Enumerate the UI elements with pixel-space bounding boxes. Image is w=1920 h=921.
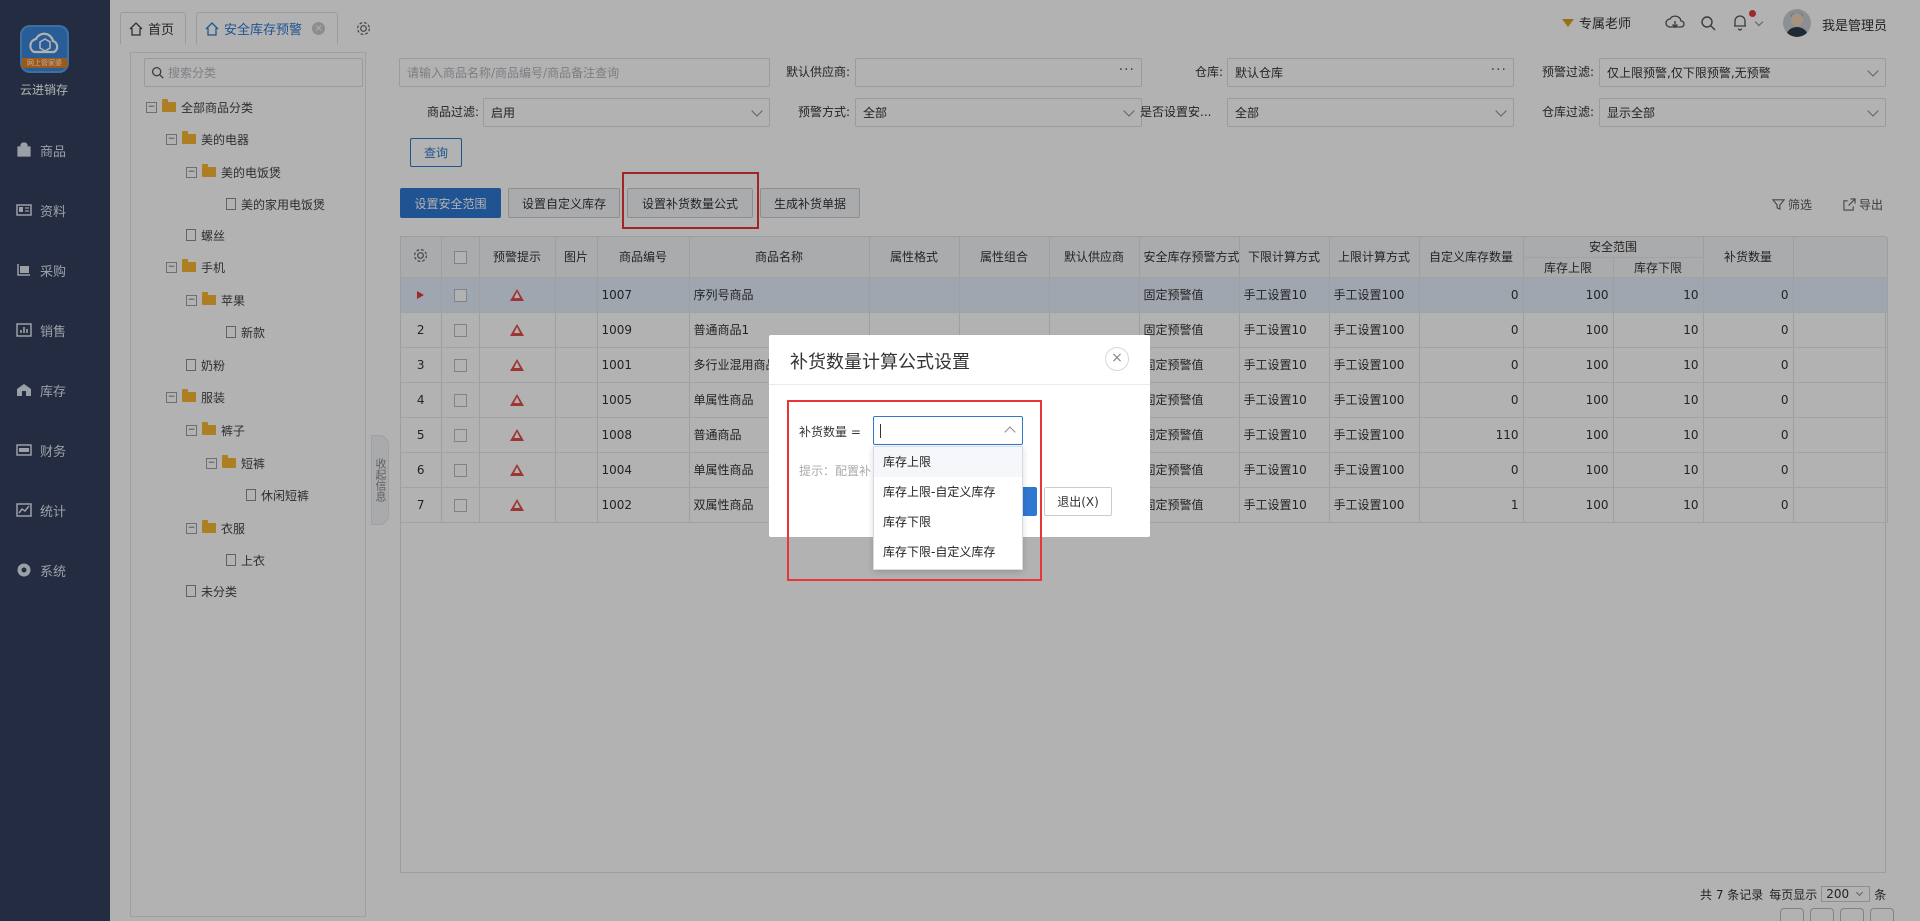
highlight-formula-box [787,400,1042,581]
dialog-exit-button[interactable]: 退出(X) [1044,487,1112,516]
dialog-close-icon[interactable]: × [1105,347,1129,371]
dialog-title: 补货数量计算公式设置 [790,352,970,373]
dialog-divider [769,384,1150,385]
